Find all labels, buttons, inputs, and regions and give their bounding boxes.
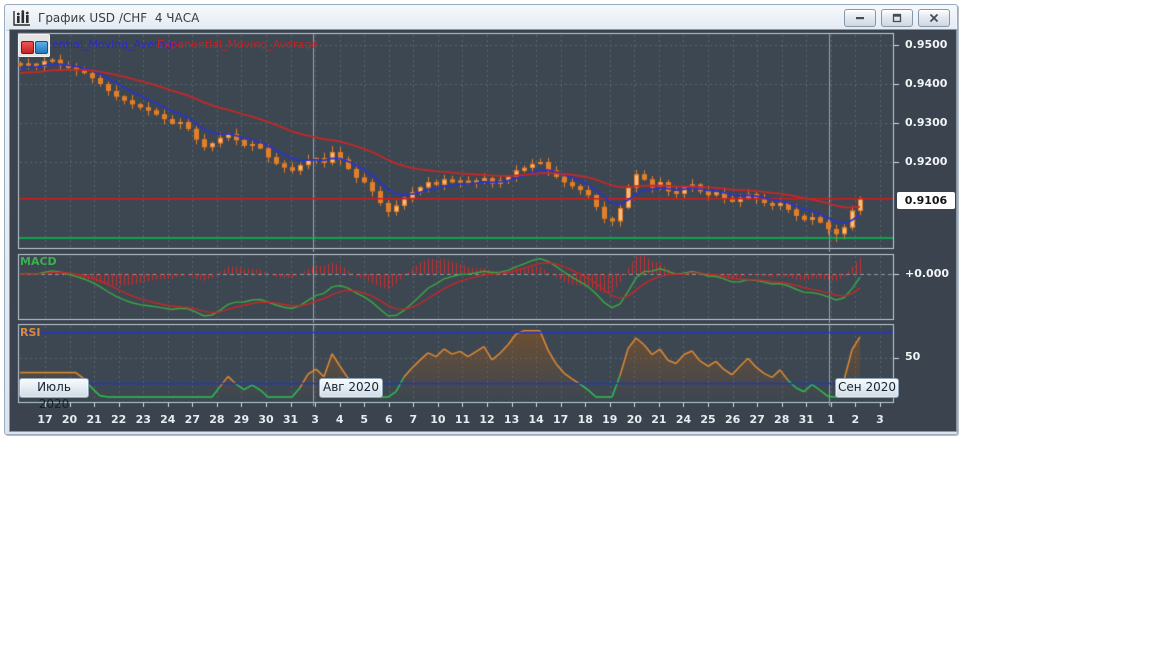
time-axis-label: 18 bbox=[572, 413, 598, 426]
time-axis-label: 11 bbox=[449, 413, 475, 426]
close-icon bbox=[929, 13, 939, 23]
time-axis-label: 10 bbox=[425, 413, 451, 426]
time-axis-label: 17 bbox=[548, 413, 574, 426]
time-axis-label: 4 bbox=[327, 413, 353, 426]
window-title: График USD /CHF 4 ЧАСА bbox=[38, 11, 199, 25]
chart-window: График USD /CHF 4 ЧАСА bbox=[4, 4, 958, 435]
time-axis-label: 27 bbox=[179, 413, 205, 426]
macd-zero-label: +0.000 bbox=[905, 267, 955, 280]
time-axis-label: 30 bbox=[253, 413, 279, 426]
time-axis-label: 27 bbox=[744, 413, 770, 426]
time-axis-label: 5 bbox=[351, 413, 377, 426]
time-axis-label: 31 bbox=[793, 413, 819, 426]
time-axis-label: 22 bbox=[106, 413, 132, 426]
close-button[interactable] bbox=[918, 9, 950, 27]
restore-button[interactable] bbox=[881, 9, 913, 27]
ema-red-toggle-icon[interactable] bbox=[21, 41, 34, 54]
desktop: { "window": { "title": "График USD /CHF … bbox=[0, 0, 1152, 648]
time-axis-label: 21 bbox=[646, 413, 672, 426]
time-axis-label: 3 bbox=[302, 413, 328, 426]
time-axis-label: 2 bbox=[842, 413, 868, 426]
rsi-panel-label: RSI bbox=[20, 326, 41, 339]
price-axis-label: 0.9200 bbox=[905, 155, 955, 168]
macd-panel-label: MACD bbox=[20, 255, 57, 268]
time-axis-label: 24 bbox=[155, 413, 181, 426]
time-axis-label: 31 bbox=[278, 413, 304, 426]
time-axis-label: 20 bbox=[57, 413, 83, 426]
candlestick-chart-icon bbox=[13, 10, 31, 26]
indicator-legend-chip bbox=[18, 34, 50, 57]
price-axis-label: 0.9400 bbox=[905, 77, 955, 90]
time-axis-label: 26 bbox=[720, 413, 746, 426]
time-axis-label: 24 bbox=[670, 413, 696, 426]
window-titlebar[interactable]: График USD /CHF 4 ЧАСА bbox=[6, 6, 956, 31]
time-axis-label: 28 bbox=[769, 413, 795, 426]
time-axis-label: 23 bbox=[130, 413, 156, 426]
current-price-badge: 0.9106 bbox=[897, 192, 955, 209]
time-axis-label: 25 bbox=[695, 413, 721, 426]
time-axis-label: 12 bbox=[474, 413, 500, 426]
month-marker: Сен 2020 bbox=[835, 378, 899, 398]
price-axis-label: 0.9500 bbox=[905, 38, 955, 51]
time-axis-label: 3 bbox=[867, 413, 893, 426]
time-axis-label: 1 bbox=[818, 413, 844, 426]
time-axis-label: 6 bbox=[376, 413, 402, 426]
time-axis-label: 28 bbox=[204, 413, 230, 426]
price-axis-label: 0.9300 bbox=[905, 116, 955, 129]
time-axis-label: 7 bbox=[400, 413, 426, 426]
restore-icon bbox=[892, 13, 902, 23]
month-marker: Авг 2020 bbox=[319, 378, 383, 398]
time-axis-label: 21 bbox=[81, 413, 107, 426]
time-axis-label: 20 bbox=[621, 413, 647, 426]
window-controls bbox=[844, 9, 950, 27]
minimize-button[interactable] bbox=[844, 9, 876, 27]
rsi-mid-label: 50 bbox=[905, 350, 955, 363]
price-chart-canvas[interactable] bbox=[10, 30, 956, 431]
month-marker: Июль 2020 bbox=[19, 378, 89, 398]
time-axis-label: 17 bbox=[32, 413, 58, 426]
time-axis-label: 19 bbox=[597, 413, 623, 426]
time-axis-label: 14 bbox=[523, 413, 549, 426]
time-axis-label: 13 bbox=[499, 413, 525, 426]
time-axis-label: 29 bbox=[228, 413, 254, 426]
minimize-icon bbox=[855, 13, 865, 23]
legend-ema-red-label: Exponential_Moving_Average bbox=[157, 38, 318, 51]
ema-blue-toggle-icon[interactable] bbox=[35, 41, 48, 54]
chart-client-area: ential_Moving_Average Exponential_Moving… bbox=[9, 29, 957, 432]
